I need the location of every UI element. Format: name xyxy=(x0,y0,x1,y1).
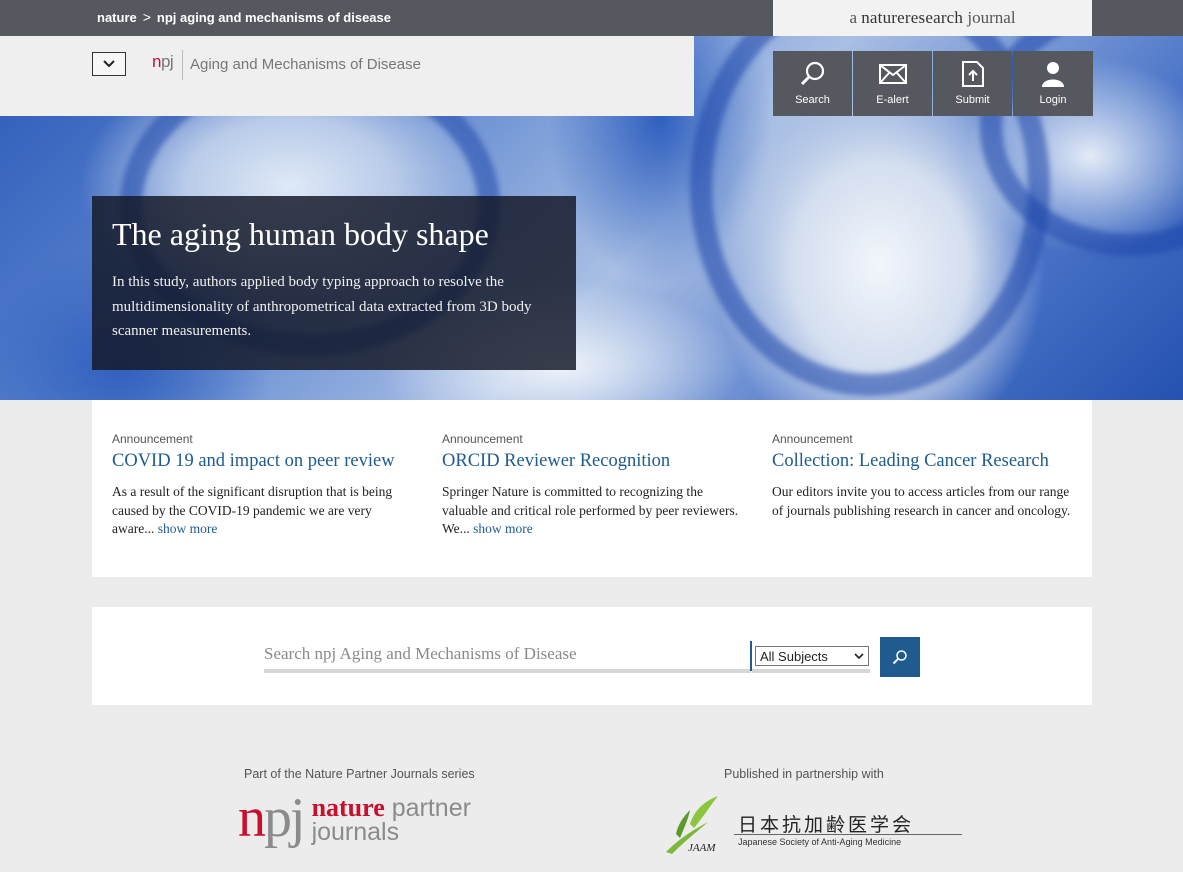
header-logo-panel: npj Aging and Mechanisms of Disease xyxy=(0,36,694,116)
chevron-down-icon xyxy=(854,652,864,659)
announcement-title[interactable]: Collection: Leading Cancer Research xyxy=(772,451,1072,472)
search-section: All Subjects xyxy=(92,607,1092,705)
announcement-excerpt: As a result of the significant disruptio… xyxy=(112,484,393,536)
announcement-kicker: Announcement xyxy=(442,432,523,446)
envelope-icon xyxy=(878,64,907,84)
jaam-logo[interactable]: JAAM 日本抗加齢医学会 Japanese Society of Anti-A… xyxy=(664,794,964,856)
announcement-title[interactable]: ORCID Reviewer Recognition xyxy=(442,451,742,472)
announcement-text: Springer Nature is committed to recogniz… xyxy=(442,483,742,539)
npj-partner-partner: partner xyxy=(391,794,471,822)
breadcrumb: nature > npj aging and mechanisms of dis… xyxy=(97,9,391,25)
featured-article[interactable]: The aging human body shape In this study… xyxy=(92,196,576,370)
subject-select[interactable]: All Subjects xyxy=(755,646,869,666)
announcement-title[interactable]: COVID 19 and impact on peer review xyxy=(112,451,412,472)
announcement-item: Announcement ORCID Reviewer Recognition … xyxy=(442,432,742,539)
announcement-kicker: Announcement xyxy=(772,432,853,446)
login-label: Login xyxy=(1039,94,1067,106)
npj-partner-pj: pj xyxy=(264,787,306,849)
badge-suffix: journal xyxy=(967,8,1016,27)
partnership-label: Published in partnership with xyxy=(724,767,884,781)
breadcrumb-home[interactable]: nature xyxy=(97,10,137,25)
hero-banner: npj Aging and Mechanisms of Disease Sear… xyxy=(0,36,1183,400)
chevron-down-icon xyxy=(103,60,115,68)
search-icon xyxy=(892,650,907,665)
show-more-link[interactable]: show more xyxy=(473,521,533,536)
announcement-item: Announcement Collection: Leading Cancer … xyxy=(772,432,1072,520)
user-icon xyxy=(1042,62,1064,87)
natureresearch-badge[interactable]: a natureresearch journal xyxy=(773,0,1092,36)
announcement-kicker: Announcement xyxy=(112,432,193,446)
featured-title[interactable]: The aging human body shape xyxy=(112,214,556,254)
announcements-section: Announcement COVID 19 and impact on peer… xyxy=(92,400,1092,577)
search-submit-button[interactable] xyxy=(880,637,920,677)
search-icon xyxy=(800,61,824,86)
npj-logo-pj: pj xyxy=(160,52,174,71)
logo-divider xyxy=(182,50,183,80)
jaam-abbreviation: JAAM xyxy=(688,842,716,854)
search-divider xyxy=(750,641,752,671)
e-alert-label: E-alert xyxy=(876,94,909,106)
search-input[interactable] xyxy=(264,639,751,673)
badge-brand: natureresearch xyxy=(861,8,964,27)
announcement-text: Our editors invite you to access article… xyxy=(772,484,1071,518)
search-tool-label: Search xyxy=(795,94,830,106)
show-more-link[interactable]: show more xyxy=(158,521,218,536)
breadcrumb-separator: > xyxy=(142,9,151,25)
jaam-kanji-name: 日本抗加齢医学会 xyxy=(738,814,915,836)
submit-label: Submit xyxy=(955,94,990,106)
top-bar: nature > npj aging and mechanisms of dis… xyxy=(0,0,1183,36)
npj-partner-logo[interactable]: n pj nature partner journals xyxy=(238,790,471,846)
npj-partner-n: n xyxy=(238,787,266,849)
journal-name[interactable]: Aging and Mechanisms of Disease xyxy=(190,56,421,73)
subject-select-value: All Subjects xyxy=(760,648,828,664)
jaam-english-name: Japanese Society of Anti-Aging Medicine xyxy=(738,837,902,847)
upload-icon xyxy=(961,61,984,87)
featured-summary: In this study, authors applied body typi… xyxy=(112,274,532,339)
submit-button[interactable]: Submit xyxy=(933,51,1012,116)
breadcrumb-current[interactable]: npj aging and mechanisms of disease xyxy=(157,10,391,25)
e-alert-button[interactable]: E-alert xyxy=(853,51,932,116)
announcement-item: Announcement COVID 19 and impact on peer… xyxy=(112,432,412,539)
search-tool-button[interactable]: Search xyxy=(773,51,852,116)
header-tools: Search E-alert Submit Login xyxy=(773,51,1093,116)
announcement-text: As a result of the significant disruptio… xyxy=(112,483,412,539)
login-button[interactable]: Login xyxy=(1013,51,1093,116)
menu-toggle-button[interactable] xyxy=(92,52,126,76)
jaam-divider xyxy=(734,834,962,835)
npj-logo[interactable]: npj xyxy=(152,52,174,72)
series-label: Part of the Nature Partner Journals seri… xyxy=(244,767,475,781)
badge-prefix: a xyxy=(849,8,857,27)
subject-underline xyxy=(752,669,870,673)
npj-logo-n: n xyxy=(152,52,161,71)
npj-partner-journals: journals xyxy=(311,818,400,846)
